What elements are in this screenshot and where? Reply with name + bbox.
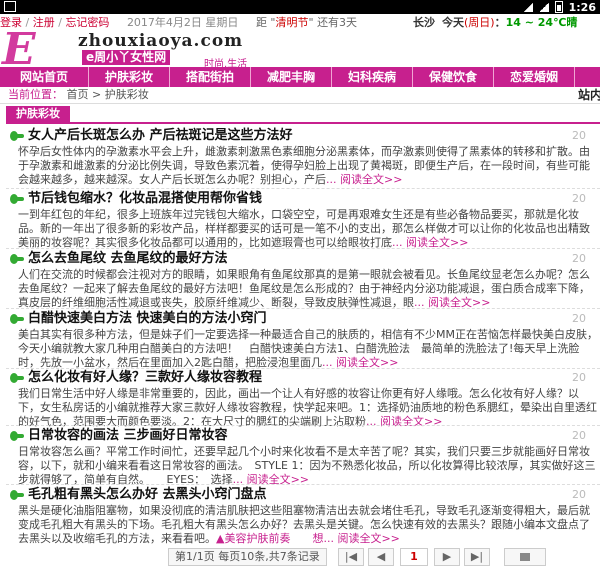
first-page-button[interactable]: |◀ (338, 548, 364, 566)
notification-icon (4, 1, 16, 12)
divider (6, 188, 600, 189)
main-nav: 网站首页 护肤彩妆 搭配街拍 减肥丰胸 妇科疾病 保健饮食 恋爱婚姻 (0, 67, 600, 87)
breadcrumb-current[interactable]: 护肤彩妆 (105, 88, 149, 101)
status-bar: 1:26 (0, 0, 600, 14)
article-summary: 我们日常生活中好人缘是非常重要的，因此，画出一个让人有好感的妆容让你更有好人缘哦… (18, 387, 597, 428)
next-page-button[interactable]: ▶ (434, 548, 460, 566)
nav-love[interactable]: 恋爱婚姻 (494, 67, 575, 87)
leaf-icon (10, 489, 24, 500)
top-info-bar: 登录 / 注册 / 忘记密码 2017年4月2日 星期日 距 "清明节" 还有3… (0, 14, 600, 32)
article-title-link[interactable]: 毛孔粗有黑头怎么办好 去黑头小窍门盘点 (10, 487, 267, 503)
wifi-icon (522, 2, 533, 12)
leaf-icon (10, 313, 24, 324)
chevron-down-icon (520, 553, 530, 561)
logo-letter: E (2, 24, 36, 75)
article-date: 20 (572, 429, 586, 442)
leaf-icon (10, 372, 24, 383)
signal-icon (538, 2, 549, 12)
section-header: 护肤彩妆 (6, 106, 600, 124)
current-page[interactable]: 1 (400, 548, 428, 566)
breadcrumb-home[interactable]: 首页 (67, 88, 89, 101)
logo-name: e周小丫女性网 (82, 50, 171, 65)
article-date: 20 (572, 371, 586, 384)
article-title-link[interactable]: 节后钱包缩水？化妆品混搭使用帮你省钱 (10, 191, 262, 207)
page-jump-select[interactable] (504, 548, 546, 566)
divider (6, 248, 600, 249)
divider (6, 308, 600, 309)
article-date: 20 (572, 192, 586, 205)
weather: 长沙 今天(周日)：14 ~ 24℃晴 (413, 16, 578, 29)
article-title-link[interactable]: 日常妆容的画法 三步画好日常妆容 (10, 428, 228, 444)
festival-countdown: 距 "清明节" 还有3天 (255, 16, 358, 29)
article-summary: 怀孕后女性体内的孕激素水平会上升，雌激素刺激黑色素细胞分泌黑素体，而孕激素则使得… (18, 145, 590, 186)
article-summary: 美白其实有很多种方法，但是妹子们一定要选择一种最适合自己的肤质的，相信有不少MM… (18, 328, 598, 369)
article-summary: 日常妆容怎么画？平常工作时间忙，还要早起几个小时来化妆看不是太辛苦了呢？其实，我… (18, 445, 596, 486)
register-link[interactable]: 注册 (33, 16, 55, 29)
last-page-button[interactable]: ▶| (464, 548, 490, 566)
nav-fitness[interactable]: 减肥丰胸 (251, 67, 332, 87)
pagination: 第1/1页 每页10条,共7条记录 |◀ ◀ 1 ▶ ▶| (0, 546, 600, 566)
nav-gynecology[interactable]: 妇科疾病 (332, 67, 413, 87)
article-date: 20 (572, 312, 586, 325)
divider (6, 368, 600, 369)
status-icons: 1:26 (522, 0, 596, 14)
clock: 1:26 (568, 0, 596, 14)
prev-page-button[interactable]: ◀ (368, 548, 394, 566)
article-summary: 黑头是硬化油脂阻塞物，如果没彻底的清洁肌肤把这些阻塞物清洁出去就会堵住毛孔，导致… (18, 504, 590, 545)
current-date: 2017年4月2日 星期日 (126, 16, 239, 29)
site-search-label: 站内 (578, 88, 600, 102)
leaf-icon (10, 193, 24, 204)
article-title-link[interactable]: 女人产后长斑怎么办 产后祛斑记是这些方法好 (10, 128, 293, 144)
article-date: 20 (572, 252, 586, 265)
article-title-link[interactable]: 白醋快速美白方法 快速美白的方法小窍门 (10, 311, 267, 327)
divider (6, 484, 600, 485)
nav-fashion[interactable]: 搭配街拍 (170, 67, 251, 87)
read-more-link[interactable]: ... 阅读全文>> (366, 415, 442, 428)
article-date: 20 (572, 129, 586, 142)
breadcrumb: 当前位置： 首页 > 护肤彩妆 站内 (0, 87, 600, 104)
read-more-link[interactable]: ... 阅读全文>> (326, 173, 402, 186)
divider (6, 425, 600, 426)
read-more-link[interactable]: ▲美容护肤前奏 想... 阅读全文>> (216, 532, 400, 545)
forgot-password-link[interactable]: 忘记密码 (65, 16, 109, 29)
article-summary: 人们在交流的时候都会注视对方的眼睛，如果眼角有鱼尾纹那真的是第一眼就会被看见。长… (18, 268, 590, 309)
article-date: 20 (572, 488, 586, 501)
nav-skincare[interactable]: 护肤彩妆 (89, 67, 170, 87)
article-summary: 一到年红包的年纪，很多上班族年过完钱包大缩水，口袋空空，可是再艰难女生还是有些必… (18, 208, 590, 249)
leaf-icon (10, 253, 24, 264)
logo-domain: zhouxiaoya.com (78, 31, 244, 51)
section-title: 护肤彩妆 (6, 106, 70, 122)
article-title-link[interactable]: 怎么去鱼尾纹 去鱼尾纹的最好方法 (10, 251, 228, 267)
site-logo[interactable]: E zhouxiaoya.com e周小丫女性网 时尚.生活 (0, 28, 600, 72)
battery-icon (554, 1, 563, 13)
nav-health[interactable]: 保健饮食 (413, 67, 494, 87)
pagination-info: 第1/1页 每页10条,共7条记录 (168, 548, 327, 566)
leaf-icon (10, 130, 24, 141)
nav-home[interactable]: 网站首页 (0, 67, 89, 87)
leaf-icon (10, 430, 24, 441)
article-title-link[interactable]: 怎么化妆有好人缘？三款好人缘妆容教程 (10, 370, 262, 386)
breadcrumb-prefix: 当前位置： (8, 88, 63, 101)
